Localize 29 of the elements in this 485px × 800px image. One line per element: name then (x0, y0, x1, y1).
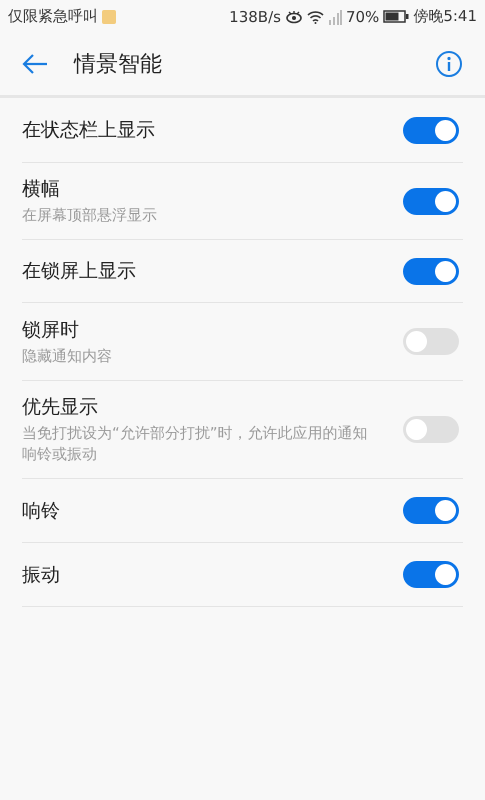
battery-percent: 70% (346, 8, 380, 26)
setting-label: 振动 (22, 562, 61, 588)
carrier-text: 仅限紧急呼叫 (8, 7, 98, 26)
toggle-switch[interactable] (403, 561, 459, 588)
wifi-icon (306, 10, 324, 24)
setting-label: 在锁屏上显示 (22, 259, 137, 284)
page-title: 情景智能 (74, 51, 163, 79)
battery-icon (383, 10, 410, 23)
toggle-switch[interactable] (403, 416, 459, 443)
toggle-switch[interactable] (403, 328, 459, 355)
setting-label: 响铃 (22, 498, 61, 524)
info-icon[interactable] (435, 50, 463, 78)
toggle-switch[interactable] (403, 497, 459, 524)
setting-label: 在状态栏上显示 (22, 118, 156, 143)
sim-card-icon (102, 10, 116, 24)
eye-icon (284, 10, 303, 24)
clock-time: 傍晚5:41 (413, 7, 477, 26)
setting-label: 锁屏时 (22, 318, 80, 342)
toggle-switch[interactable] (403, 116, 459, 144)
setting-description: 在屏幕顶部悬浮显示 (22, 205, 158, 226)
toggle-switch[interactable] (403, 188, 459, 214)
network-speed: 138B/s (229, 8, 281, 26)
setting-description: 当免打扰设为“允许部分打扰”时，允许此应用的通知响铃或振动 (22, 423, 369, 465)
back-arrow-icon[interactable] (22, 53, 48, 75)
setting-description: 隐藏通知内容 (22, 346, 113, 366)
signal-icon (328, 8, 342, 24)
toggle-switch[interactable] (403, 258, 459, 284)
setting-label: 横幅 (22, 177, 61, 202)
setting-label: 优先显示 (22, 395, 99, 420)
